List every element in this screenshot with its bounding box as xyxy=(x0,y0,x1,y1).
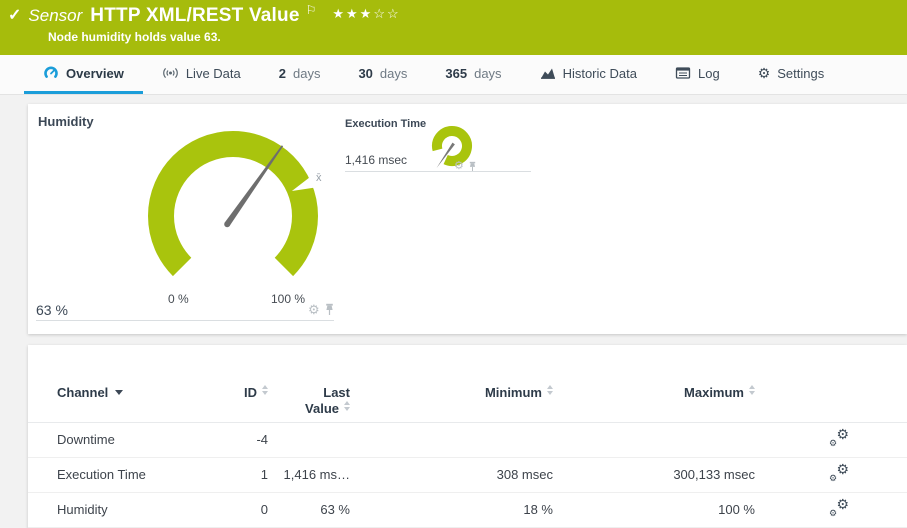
tab-number: 365 xyxy=(445,66,467,81)
tab-overview[interactable]: Overview xyxy=(24,55,143,94)
average-marker-label: x̄ xyxy=(316,172,322,184)
humidity-gauge xyxy=(98,106,368,326)
channel-id: 1 xyxy=(228,457,268,492)
column-label: Channel xyxy=(57,385,108,400)
channel-last-value: 63 % xyxy=(268,492,350,527)
status-ok-check-icon: ✓ xyxy=(8,5,21,25)
channel-last-value: 1,416 ms… xyxy=(268,457,350,492)
widget-gear-icon[interactable]: ⚙ xyxy=(308,303,320,316)
tab-label: Live Data xyxy=(186,66,241,81)
sort-icon xyxy=(262,385,268,395)
channel-maximum xyxy=(553,422,755,457)
area-chart-icon xyxy=(540,66,556,80)
tab-30-days[interactable]: 30 days xyxy=(339,55,426,94)
sensor-kind-label: Sensor xyxy=(28,6,82,26)
table-header-row: Channel ID Last Value Minimum Maximum xyxy=(28,345,907,422)
tab-2-days[interactable]: 2 days xyxy=(260,55,340,94)
table-row-downtime[interactable]: Downtime -4 ⚙⚙ xyxy=(28,422,907,457)
tab-settings[interactable]: ⚙ Settings xyxy=(739,55,844,94)
sensor-title: HTTP XML/REST Value xyxy=(90,5,299,27)
column-label: Minimum xyxy=(485,385,542,400)
execution-time-gauge-title: Execution Time xyxy=(345,118,426,130)
tab-label: days xyxy=(474,66,501,81)
column-header-maximum[interactable]: Maximum xyxy=(553,345,755,422)
humidity-widget-divider xyxy=(36,320,334,321)
channel-settings-icon[interactable]: ⚙⚙ xyxy=(829,429,849,447)
table-row-execution-time[interactable]: Execution Time 1 1,416 ms… 308 msec 300,… xyxy=(28,457,907,492)
prtg-sensor-page: ✓ Sensor HTTP XML/REST Value ⚐ ★★★☆☆ Nod… xyxy=(0,0,907,528)
channel-maximum: 300,133 msec xyxy=(553,457,755,492)
tab-label: Settings xyxy=(777,66,824,81)
gauges-panel: Humidity x̄ 0 % 100 % 63 % ⚙ Execution T… xyxy=(28,104,907,334)
tab-log[interactable]: Log xyxy=(656,55,739,94)
channel-last-value xyxy=(268,422,350,457)
channel-name[interactable]: Execution Time xyxy=(28,457,228,492)
tab-label: Historic Data xyxy=(563,66,637,81)
column-label: Maximum xyxy=(684,385,744,400)
channel-table: Channel ID Last Value Minimum Maximum xyxy=(28,345,907,528)
column-header-actions xyxy=(755,345,907,422)
column-header-last-value[interactable]: Last Value xyxy=(268,345,350,422)
sensor-status-message: Node humidity holds value 63. xyxy=(48,30,221,44)
broadcast-icon xyxy=(162,66,179,80)
tab-live-data[interactable]: Live Data xyxy=(143,55,260,94)
table-row-humidity[interactable]: Humidity 0 63 % 18 % 100 % ⚙⚙ xyxy=(28,492,907,527)
channel-table-panel: Channel ID Last Value Minimum Maximum xyxy=(28,345,907,528)
tab-historic-data[interactable]: Historic Data xyxy=(521,55,656,94)
column-header-minimum[interactable]: Minimum xyxy=(350,345,553,422)
channel-settings-icon[interactable]: ⚙⚙ xyxy=(829,499,849,517)
log-icon xyxy=(675,66,691,80)
column-label: ID xyxy=(244,385,257,400)
gauge-max-label: 100 % xyxy=(271,292,305,306)
gauge-icon xyxy=(43,65,59,81)
tab-bar: Overview Live Data 2 days 30 days 365 da… xyxy=(0,55,907,95)
channel-minimum: 18 % xyxy=(350,492,553,527)
sensor-title-row: ✓ Sensor HTTP XML/REST Value ⚐ ★★★☆☆ xyxy=(8,5,401,27)
execution-time-current-value: 1,416 msec xyxy=(345,153,407,167)
tab-label: days xyxy=(380,66,407,81)
tab-365-days[interactable]: 365 days xyxy=(426,55,520,94)
humidity-current-value: 63 % xyxy=(36,302,68,318)
channel-name[interactable]: Humidity xyxy=(28,492,228,527)
sort-icon xyxy=(344,401,350,411)
humidity-widget-controls: ⚙ xyxy=(308,303,335,316)
humidity-gauge-title: Humidity xyxy=(38,114,94,129)
sort-desc-icon xyxy=(115,390,123,395)
channel-minimum: 308 msec xyxy=(350,457,553,492)
channel-settings-icon[interactable]: ⚙⚙ xyxy=(829,464,849,482)
channel-id: -4 xyxy=(228,422,268,457)
channel-name[interactable]: Downtime xyxy=(28,422,228,457)
channel-maximum: 100 % xyxy=(553,492,755,527)
tab-label: Log xyxy=(698,66,720,81)
gear-icon: ⚙ xyxy=(758,66,771,80)
sort-icon xyxy=(547,385,553,395)
gauge-min-label: 0 % xyxy=(168,292,189,306)
column-header-channel[interactable]: Channel xyxy=(28,345,228,422)
execution-widget-divider xyxy=(345,171,531,172)
pin-icon[interactable] xyxy=(324,303,335,316)
channel-minimum xyxy=(350,422,553,457)
channel-id: 0 xyxy=(228,492,268,527)
tab-number: 2 xyxy=(279,66,286,81)
column-header-id[interactable]: ID xyxy=(228,345,268,422)
flag-icon[interactable]: ⚐ xyxy=(306,3,317,17)
sort-icon xyxy=(749,385,755,395)
tab-number: 30 xyxy=(358,66,372,81)
sensor-status-header: ✓ Sensor HTTP XML/REST Value ⚐ ★★★☆☆ Nod… xyxy=(0,0,907,55)
tab-label: Overview xyxy=(66,66,124,81)
priority-stars[interactable]: ★★★☆☆ xyxy=(332,6,400,22)
tab-label: days xyxy=(293,66,320,81)
